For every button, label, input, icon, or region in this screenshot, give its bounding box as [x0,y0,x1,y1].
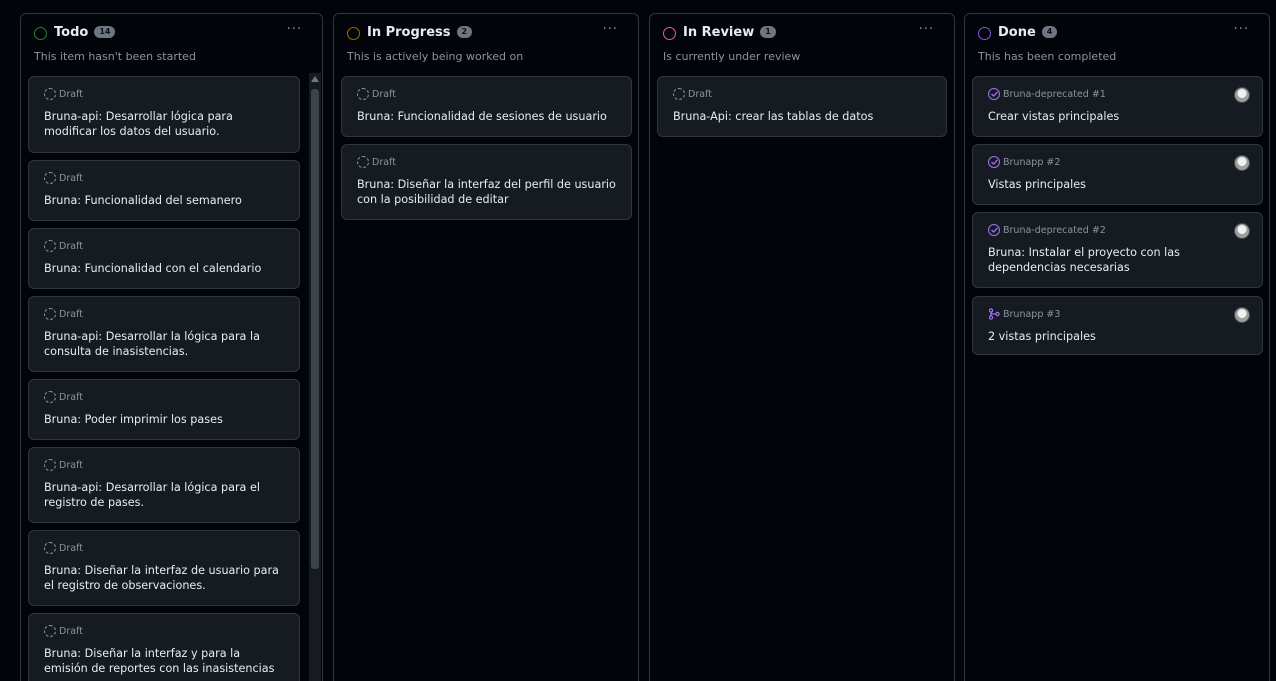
card-meta: Draft [59,542,83,554]
column-title: In Progress 2 [367,24,473,42]
column-title: Done 4 [998,24,1058,42]
card-meta: Draft [59,625,83,637]
card[interactable]: Draft Bruna-api: Desarrollar la lógica p… [28,296,300,372]
card[interactable]: Draft Bruna: Funcionalidad con el calend… [28,228,300,289]
scroll-thumb[interactable] [311,89,319,569]
scroll-up-arrow-icon[interactable] [311,76,319,82]
draft-icon [44,172,56,184]
card[interactable]: Draft Bruna: Funcionalidad de sesiones d… [341,76,632,137]
card[interactable]: Draft Bruna: Poder imprimir los pases [28,379,300,440]
merged-pr-icon [988,308,1000,320]
column-menu-button[interactable]: ··· [1234,22,1249,37]
draft-icon [357,156,369,168]
draft-icon [357,88,369,100]
draft-icon [44,542,56,554]
card-title: Bruna: Diseñar la interfaz y para la emi… [44,647,275,675]
card-title: Crear vistas principales [988,110,1120,123]
card-title: Bruna: Funcionalidad del semanero [44,194,242,207]
card-meta[interactable]: Brunapp #3 [1003,309,1060,320]
card[interactable]: Brunapp #3 2 vistas principales [972,296,1263,355]
card-meta: Draft [372,88,396,100]
card-title: Bruna-api: Desarrollar lógica para modif… [44,110,233,138]
column-menu-button[interactable]: ··· [287,22,302,37]
card-title: Bruna: Instalar el proyecto con las depe… [988,246,1180,274]
draft-icon [44,391,56,403]
card-meta: Draft [59,240,83,252]
card-title: Bruna: Diseñar la interfaz de usuario pa… [44,564,279,592]
card-title: 2 vistas principales [988,330,1096,343]
card-meta: Draft [59,308,83,320]
draft-icon [673,88,685,100]
card[interactable]: Bruna-deprecated #1 Crear vistas princip… [972,76,1263,137]
card[interactable]: Draft Bruna: Diseñar la interfaz del per… [341,144,632,220]
card[interactable]: Brunapp #2 Vistas principales [972,144,1263,205]
draft-icon [44,240,56,252]
column-description: This item hasn't been started [34,50,196,63]
column-scrollbar[interactable] [309,73,321,681]
avatar[interactable] [1234,155,1250,171]
card[interactable]: Draft Bruna: Diseñar la interfaz y para … [28,613,300,681]
count-badge: 14 [94,26,116,38]
draft-icon [44,308,56,320]
card-meta[interactable]: Bruna-deprecated #1 [1003,89,1106,100]
count-badge: 4 [1041,26,1058,38]
draft-icon [44,459,56,471]
card[interactable]: Draft Bruna: Diseñar la interfaz de usua… [28,530,300,606]
card-title: Bruna-api: Desarrollar la lógica para el… [44,481,260,509]
column-description: This has been completed [978,50,1117,63]
column-menu-button[interactable]: ··· [603,22,618,37]
card-meta: Draft [59,88,83,100]
card-meta[interactable]: Brunapp #2 [1003,157,1060,168]
column-description: This is actively being worked on [347,50,524,63]
avatar[interactable] [1234,307,1250,323]
card-title: Bruna-Api: crear las tablas de datos [673,110,874,123]
card-meta: Draft [59,391,83,403]
card-title: Bruna-api: Desarrollar la lógica para la… [44,330,260,358]
status-circle-icon [347,27,360,40]
card-title: Bruna: Funcionalidad con el calendario [44,262,262,275]
closed-issue-icon [988,224,1000,236]
status-circle-icon [34,27,47,40]
card-meta: Draft [372,156,396,168]
card[interactable]: Draft Bruna-api: Desarrollar lógica para… [28,76,300,153]
card-meta: Draft [688,88,712,100]
column-header: In Review 1 ··· Is currently under review [650,14,954,76]
closed-issue-icon [988,88,1000,100]
project-board: Todo 14 ··· This item hasn't been started… [0,0,1276,681]
column-header: Todo 14 ··· This item hasn't been started [21,14,322,76]
status-circle-icon [978,27,991,40]
status-circle-icon [663,27,676,40]
draft-icon [44,88,56,100]
avatar[interactable] [1234,223,1250,239]
card[interactable]: Draft Bruna-api: Desarrollar la lógica p… [28,447,300,523]
column-description: Is currently under review [663,50,801,63]
card-title: Bruna: Poder imprimir los pases [44,413,223,426]
count-badge: 2 [456,26,473,38]
card[interactable]: Bruna-deprecated #2 Bruna: Instalar el p… [972,212,1263,288]
card-meta: Draft [59,459,83,471]
card[interactable]: Draft Bruna: Funcionalidad del semanero [28,160,300,221]
avatar[interactable] [1234,87,1250,103]
card-title: Vistas principales [988,178,1086,191]
column-header: In Progress 2 ··· This is actively being … [334,14,638,76]
card-meta[interactable]: Bruna-deprecated #2 [1003,225,1106,236]
closed-issue-icon [988,156,1000,168]
card-title: Bruna: Funcionalidad de sesiones de usua… [357,110,607,123]
column-header: Done 4 ··· This has been completed [965,14,1269,76]
column-title: In Review 1 [683,24,776,42]
count-badge: 1 [760,26,776,38]
card-title: Bruna: Diseñar la interfaz del perfil de… [357,178,616,206]
column-title: Todo 14 [54,24,116,42]
card[interactable]: Draft Bruna-Api: crear las tablas de dat… [657,76,947,137]
card-meta: Draft [59,172,83,184]
column-menu-button[interactable]: ··· [919,22,934,37]
draft-icon [44,625,56,637]
